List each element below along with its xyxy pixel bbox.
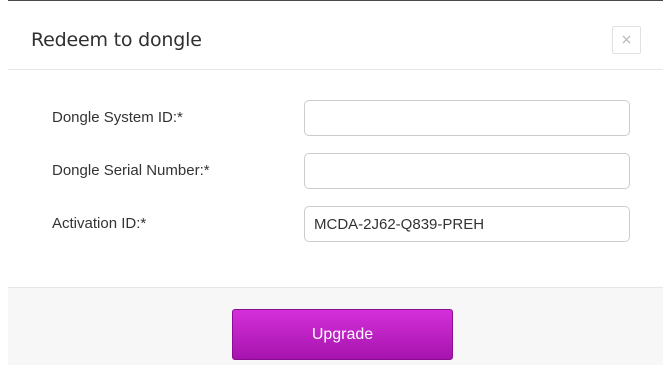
close-icon: × (620, 32, 633, 48)
dialog-footer: Upgrade (8, 287, 663, 365)
form-row-system-id: Dongle System ID:* (8, 100, 663, 136)
dongle-system-id-label: Dongle System ID:* (52, 109, 183, 126)
upgrade-button[interactable]: Upgrade (232, 309, 453, 360)
dongle-serial-number-input[interactable] (304, 153, 630, 189)
close-button[interactable]: × (612, 26, 641, 54)
dongle-system-id-input[interactable] (304, 100, 630, 136)
redeem-dialog: Redeem to dongle × Dongle System ID:* Do… (8, 0, 663, 365)
dongle-serial-number-label: Dongle Serial Number:* (52, 162, 210, 179)
activation-id-input[interactable] (304, 206, 630, 242)
activation-id-label: Activation ID:* (52, 215, 147, 232)
dialog-title: Redeem to dongle (31, 29, 202, 51)
form-row-activation-id: Activation ID:* (8, 206, 663, 242)
dialog-header: Redeem to dongle × (8, 1, 663, 70)
form-row-serial-number: Dongle Serial Number:* (8, 153, 663, 189)
